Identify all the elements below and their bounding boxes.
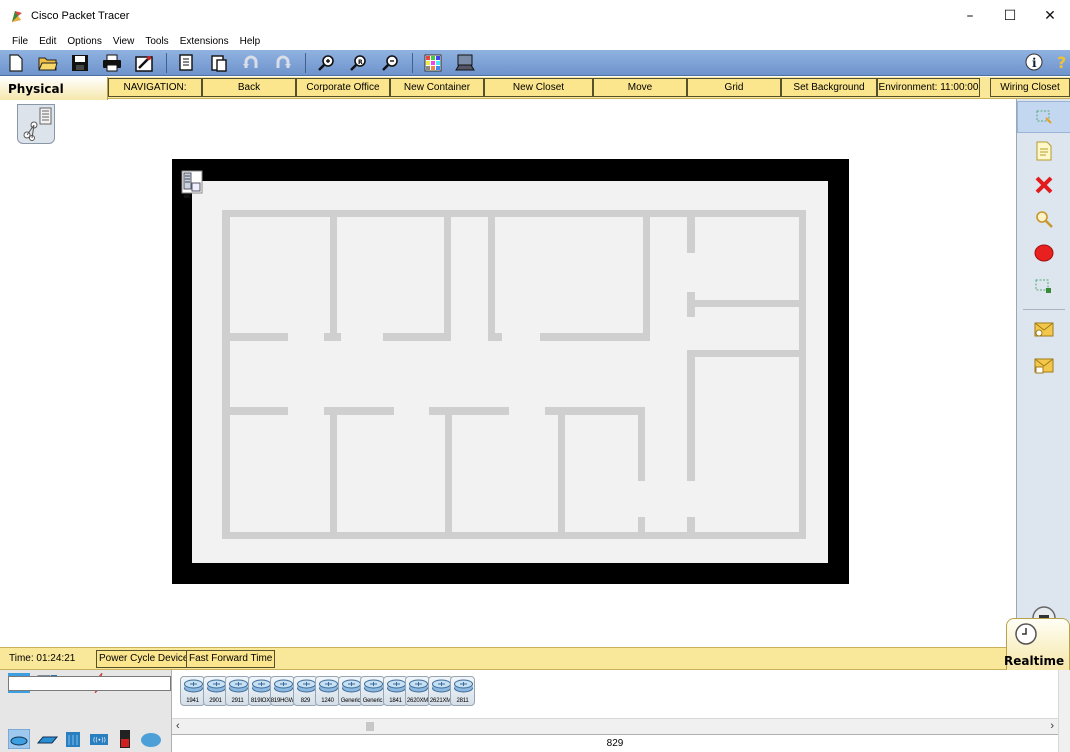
selected-device-label: 829 — [172, 734, 1058, 752]
menu-bar: File Edit Options View Tools Extensions … — [0, 32, 1070, 50]
new-container-button[interactable]: New Container — [390, 78, 484, 97]
rack-icon — [39, 107, 52, 125]
router-icon — [454, 679, 473, 693]
delete-tool-button[interactable] — [1017, 169, 1070, 201]
wireless-subcategory-icon[interactable]: ((•)) — [88, 729, 110, 749]
activity-wizard-icon[interactable] — [134, 53, 154, 73]
device-panel-vertical-scrollbar[interactable] — [1058, 670, 1070, 752]
close-button[interactable]: ✕ — [1030, 0, 1070, 32]
toolbar-separator — [166, 52, 167, 73]
realtime-clock-icon — [1015, 623, 1037, 645]
environment-button[interactable]: Environment: 11:00:00 — [877, 78, 980, 97]
tool-palette — [1016, 99, 1070, 647]
logical-view-toggle[interactable] — [17, 104, 55, 144]
toolbar-separator — [305, 52, 306, 73]
menu-options[interactable]: Options — [67, 36, 101, 47]
minimize-button[interactable]: – — [950, 0, 990, 32]
back-button[interactable]: Back — [202, 78, 296, 97]
switches-subcategory-icon[interactable] — [36, 729, 59, 749]
set-background-button[interactable]: Set Background — [781, 78, 877, 97]
main-toolbar: R i ? — [0, 50, 1070, 76]
select-icon — [1036, 110, 1052, 124]
inspect-icon — [1036, 211, 1053, 228]
fast-forward-time-button[interactable]: Fast Forward Time — [186, 650, 276, 668]
scroll-right-arrow-icon[interactable]: › — [1050, 720, 1054, 732]
complex-pdu-button[interactable] — [1017, 349, 1070, 381]
menu-view[interactable]: View — [113, 36, 135, 47]
grid-button[interactable]: Grid — [687, 78, 781, 97]
window-title: Cisco Packet Tracer — [31, 10, 130, 22]
wiring-closet-button[interactable]: Wiring Closet — [990, 78, 1070, 97]
note-icon — [1036, 141, 1052, 161]
delete-icon — [1035, 176, 1053, 194]
note-tool-button[interactable] — [1017, 135, 1070, 167]
scrollbar-thumb[interactable] — [366, 722, 374, 731]
draw-ellipse-icon — [1034, 244, 1054, 262]
new-icon[interactable] — [6, 53, 26, 73]
menu-extensions[interactable]: Extensions — [180, 36, 229, 47]
svg-text:R: R — [358, 59, 363, 66]
floor-plan-canvas[interactable]: WC — [172, 159, 849, 584]
zoom-reset-icon[interactable]: R — [348, 53, 368, 73]
open-icon[interactable] — [38, 53, 58, 73]
zoom-in-icon[interactable] — [316, 53, 336, 73]
menu-tools[interactable]: Tools — [145, 36, 168, 47]
palette-icon[interactable] — [423, 53, 443, 73]
new-closet-button[interactable]: New Closet — [484, 78, 593, 97]
svg-text:?: ? — [1057, 53, 1066, 72]
move-button[interactable]: Move — [593, 78, 687, 97]
info-icon[interactable]: i — [1024, 52, 1044, 72]
packet-tracer-logo-icon — [9, 8, 25, 24]
title-bar: Cisco Packet Tracer – ☐ ✕ — [0, 0, 1070, 32]
wan-emulation-subcategory-icon[interactable] — [140, 729, 162, 749]
topology-icon — [23, 121, 38, 141]
simple-pdu-button[interactable] — [1017, 313, 1070, 345]
help-icon[interactable]: ? — [1056, 52, 1070, 72]
print-icon[interactable] — [102, 53, 122, 73]
realtime-label: Realtime — [1004, 654, 1065, 668]
status-bar: Time: 01:24:21 Power Cycle Devices Fast … — [0, 647, 1070, 670]
menu-edit[interactable]: Edit — [39, 36, 56, 47]
scroll-left-arrow-icon[interactable]: ‹ — [176, 720, 180, 732]
power-cycle-devices-button[interactable]: Power Cycle Devices — [96, 650, 197, 668]
menu-help[interactable]: Help — [240, 36, 261, 47]
physical-tab[interactable]: Physical — [0, 77, 108, 101]
paste-icon[interactable] — [209, 53, 229, 73]
simple-pdu-icon — [1034, 322, 1054, 337]
svg-text:WC: WC — [184, 194, 191, 199]
menu-file[interactable]: File — [12, 36, 28, 47]
zoom-out-icon[interactable] — [380, 53, 400, 73]
palette-separator — [1023, 309, 1065, 310]
resize-tool-button[interactable] — [1017, 271, 1070, 303]
svg-text:i: i — [1032, 56, 1037, 70]
physical-navigation-bar: Physical NAVIGATION: Back Corporate Offi… — [0, 77, 1070, 101]
copy-icon[interactable] — [177, 53, 197, 73]
routers-subcategory-icon[interactable] — [7, 728, 31, 750]
inspect-tool-button[interactable] — [1017, 203, 1070, 235]
corporate-office-button[interactable]: Corporate Office — [296, 78, 390, 97]
security-subcategory-icon[interactable] — [114, 729, 136, 749]
toolbar-separator — [412, 52, 413, 73]
device-model-label: 2811 — [456, 698, 469, 704]
undo-icon[interactable] — [241, 53, 261, 73]
maximize-button[interactable]: ☐ — [990, 0, 1030, 32]
redo-icon[interactable] — [273, 53, 293, 73]
device-model-item[interactable]: 2811 — [450, 676, 475, 706]
draw-ellipse-tool-button[interactable] — [1017, 237, 1070, 269]
complex-pdu-icon — [1034, 358, 1054, 374]
navigation-label: NAVIGATION: — [108, 78, 202, 97]
select-tool-button[interactable] — [1017, 101, 1070, 133]
device-list-scrollbar[interactable]: ‹ › — [172, 718, 1058, 734]
resize-icon — [1035, 279, 1051, 293]
device-search-input[interactable] — [8, 676, 171, 691]
simulation-time: Time: 01:24:21 — [9, 653, 76, 664]
save-icon[interactable] — [70, 53, 90, 73]
svg-text:((•)): ((•)) — [93, 737, 106, 744]
hubs-subcategory-icon[interactable] — [62, 729, 84, 749]
custom-device-icon[interactable] — [455, 53, 475, 73]
